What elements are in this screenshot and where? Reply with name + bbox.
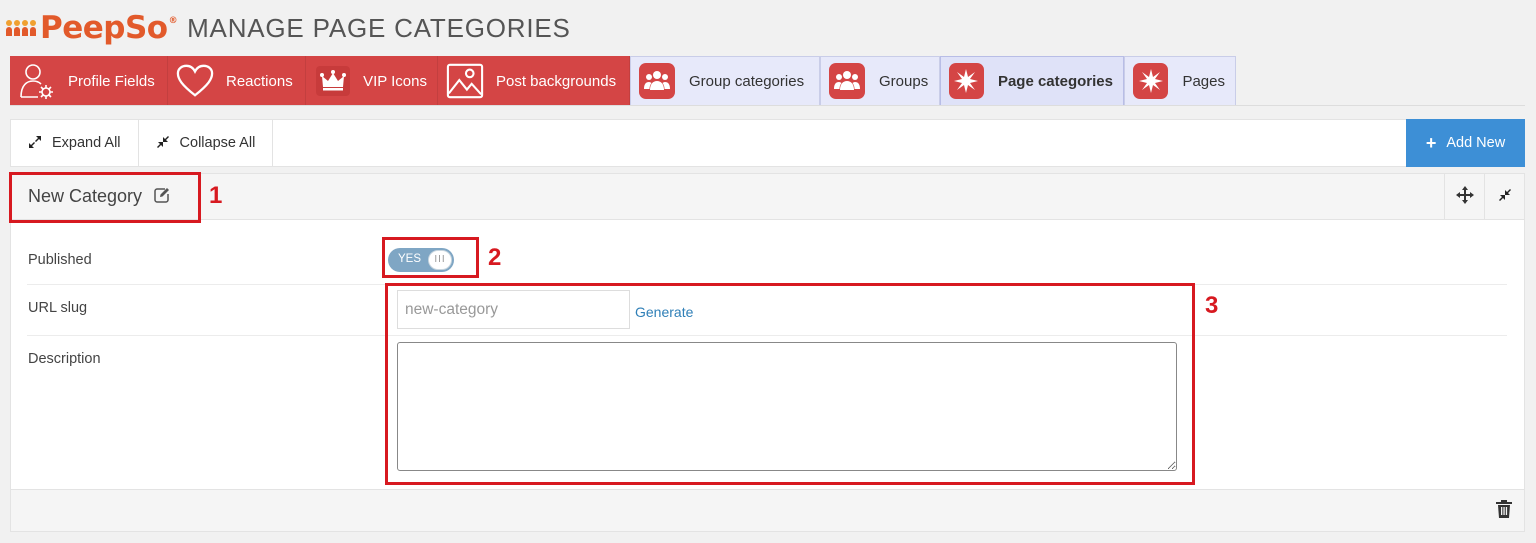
tab-label: VIP Icons bbox=[363, 72, 427, 90]
tab-label: Pages bbox=[1182, 72, 1225, 90]
profile-gear-icon bbox=[18, 62, 56, 100]
tab-label: Reactions bbox=[226, 72, 293, 90]
add-new-label: Add New bbox=[1446, 135, 1506, 151]
annotation-number-2: 2 bbox=[488, 244, 502, 271]
category-panel-footer bbox=[11, 489, 1524, 531]
settings-tabs: Profile Fields Reactions VIP Icons Post … bbox=[10, 56, 1236, 106]
tab-group-categories[interactable]: Group categories bbox=[630, 56, 820, 106]
expand-all-button[interactable]: Expand All bbox=[11, 120, 139, 166]
description-label: Description bbox=[28, 351, 101, 367]
collapse-icon bbox=[156, 135, 170, 152]
header: PeepSo ® MANAGE PAGE CATEGORIES bbox=[6, 8, 571, 48]
move-handle[interactable] bbox=[1444, 174, 1484, 220]
expand-icon bbox=[28, 135, 42, 152]
tab-label: Profile Fields bbox=[68, 72, 155, 90]
collapse-all-button[interactable]: Collapse All bbox=[139, 120, 274, 166]
tab-label: Group categories bbox=[689, 72, 805, 90]
users-icon bbox=[639, 63, 675, 99]
peepso-people-icon bbox=[6, 20, 38, 36]
tab-reactions[interactable]: Reactions bbox=[168, 56, 306, 106]
tab-pages[interactable]: Pages bbox=[1124, 56, 1236, 106]
tab-profile-fields[interactable]: Profile Fields bbox=[10, 56, 168, 106]
tab-post-backgrounds[interactable]: Post backgrounds bbox=[438, 56, 630, 106]
star-burst-icon bbox=[1133, 63, 1169, 99]
plus-icon: + bbox=[1425, 132, 1437, 153]
move-arrows-icon bbox=[1455, 185, 1474, 209]
tab-label: Page categories bbox=[997, 72, 1113, 90]
annotation-number-1: 1 bbox=[209, 182, 223, 209]
annotation-number-3: 3 bbox=[1205, 292, 1219, 319]
peepso-logo: PeepSo ® bbox=[6, 10, 178, 46]
trash-icon[interactable] bbox=[1496, 500, 1512, 523]
collapse-all-label: Collapse All bbox=[179, 135, 256, 151]
users-icon bbox=[829, 63, 865, 99]
crown-icon bbox=[314, 62, 351, 100]
published-row: Published bbox=[27, 238, 1507, 285]
page-title: MANAGE PAGE CATEGORIES bbox=[187, 12, 571, 43]
tab-label: Groups bbox=[879, 72, 929, 90]
expand-all-label: Expand All bbox=[52, 135, 121, 151]
toolbar: Expand All Collapse All + Add New bbox=[10, 119, 1525, 167]
logo-registered-mark: ® bbox=[168, 16, 178, 26]
tab-page-categories[interactable]: Page categories bbox=[940, 56, 1124, 106]
tabs-divider bbox=[10, 105, 1525, 106]
url-slug-label: URL slug bbox=[28, 300, 88, 316]
logo-text: PeepSo bbox=[40, 10, 168, 46]
published-label: Published bbox=[28, 252, 92, 268]
tab-groups[interactable]: Groups bbox=[820, 56, 940, 106]
annotation-box-1 bbox=[9, 172, 201, 223]
annotation-box-2 bbox=[382, 237, 479, 278]
category-panel-header: New Category bbox=[11, 174, 1524, 220]
tab-vip-icons[interactable]: VIP Icons bbox=[306, 56, 438, 106]
heart-icon bbox=[176, 62, 214, 100]
tab-label: Post backgrounds bbox=[496, 72, 617, 90]
collapse-category-button[interactable] bbox=[1484, 174, 1524, 220]
collapse-icon bbox=[1498, 187, 1512, 207]
image-icon bbox=[446, 62, 484, 100]
star-burst-icon bbox=[949, 63, 984, 99]
annotation-box-3 bbox=[385, 283, 1195, 485]
add-new-button[interactable]: + Add New bbox=[1406, 119, 1525, 167]
